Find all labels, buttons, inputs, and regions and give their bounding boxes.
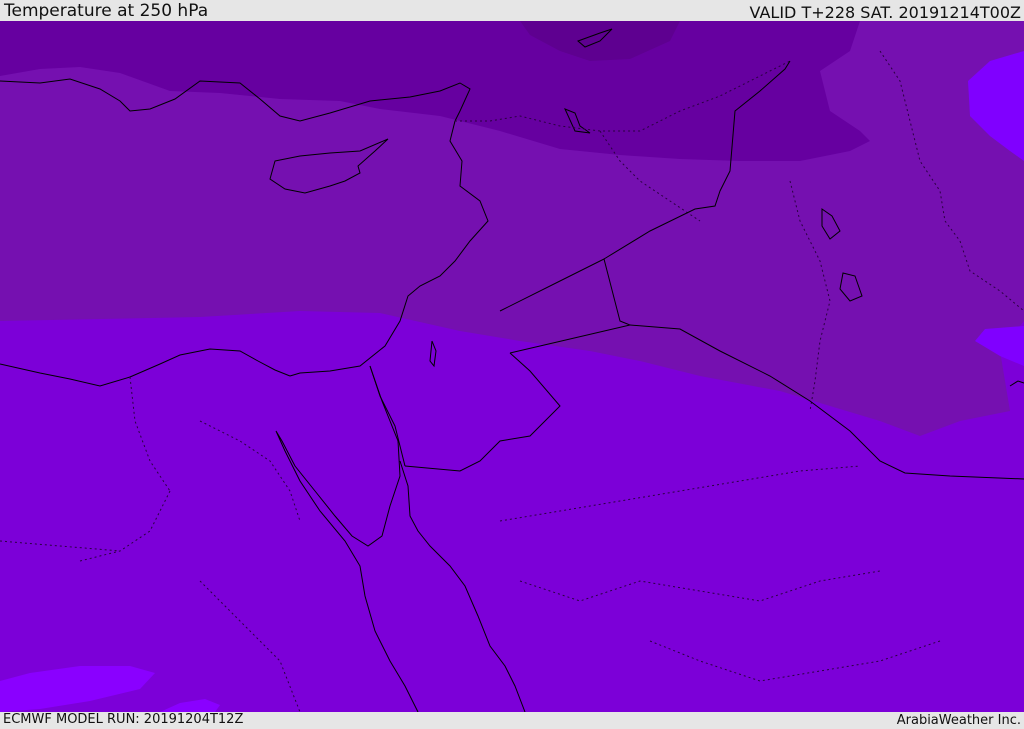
footer-bar: ECMWF MODEL RUN: 20191204T12Z ArabiaWeat…: [0, 712, 1024, 729]
map-title: Temperature at 250 hPa: [4, 1, 209, 21]
valid-time: VALID T+228 SAT. 20191214T00Z: [749, 3, 1021, 22]
header-bar: Temperature at 250 hPa VALID T+228 SAT. …: [0, 0, 1024, 21]
map-area[interactable]: [0, 21, 1024, 712]
temperature-map: [0, 21, 1024, 712]
model-run-label: ECMWF MODEL RUN: 20191204T12Z: [3, 712, 244, 727]
credit-label: ArabiaWeather Inc.: [896, 713, 1021, 728]
weather-map-frame: Temperature at 250 hPa VALID T+228 SAT. …: [0, 0, 1024, 729]
